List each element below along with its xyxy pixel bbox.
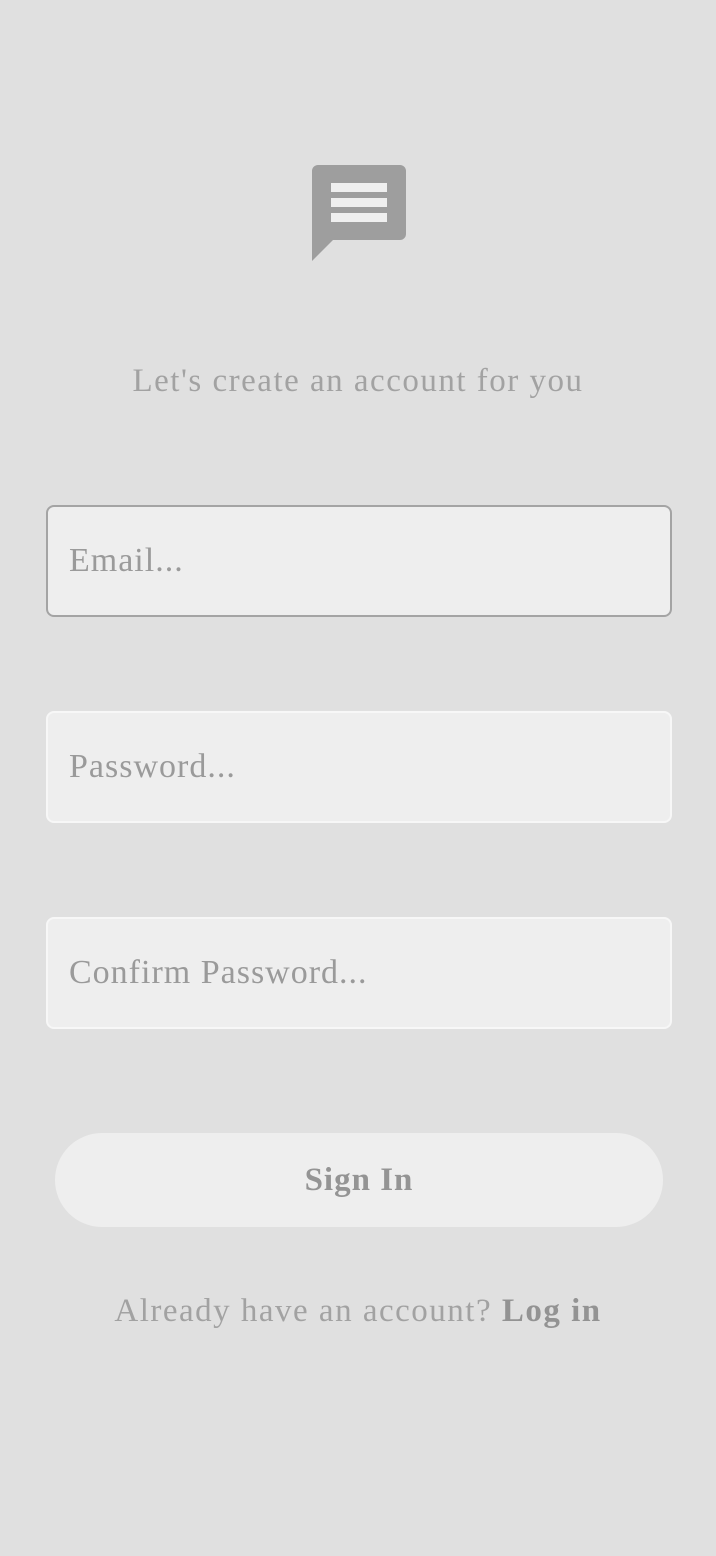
chat-message-icon <box>311 164 407 262</box>
login-prompt: Already have an account? Log in <box>0 1293 716 1330</box>
log-in-link[interactable]: Log in <box>502 1293 602 1329</box>
sign-in-button[interactable]: Sign In <box>55 1133 663 1227</box>
login-prompt-text: Already have an account? <box>114 1293 493 1329</box>
password-field[interactable] <box>46 711 672 823</box>
email-field[interactable] <box>46 505 672 617</box>
email-input[interactable] <box>48 507 670 615</box>
confirm-password-input[interactable] <box>48 919 670 1027</box>
page-subtitle: Let's create an account for you <box>132 363 584 399</box>
confirm-password-field[interactable] <box>46 917 672 1029</box>
password-input[interactable] <box>48 713 670 821</box>
